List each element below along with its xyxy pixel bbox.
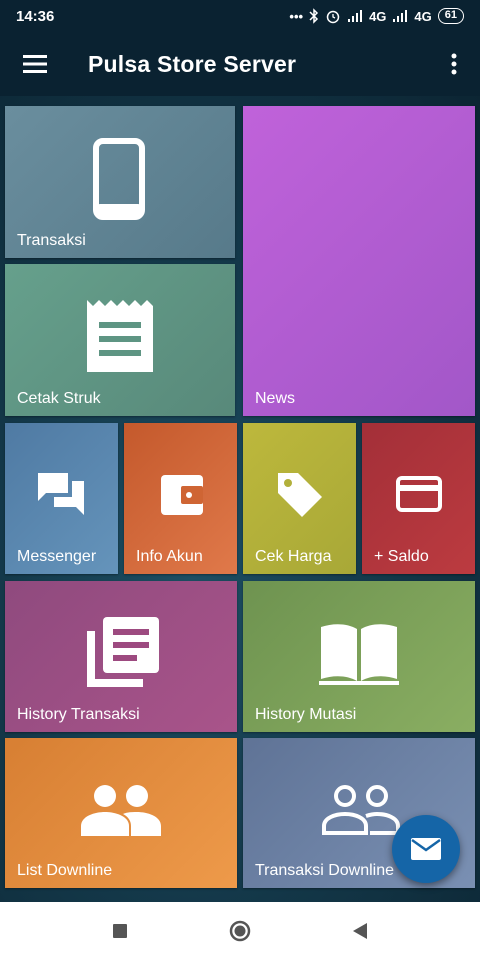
tile-label: + Saldo xyxy=(374,548,429,565)
phone-icon xyxy=(93,138,145,220)
tile-list-downline[interactable]: List Downline xyxy=(5,738,237,888)
hamburger-icon xyxy=(23,55,47,73)
chat-icon xyxy=(38,473,84,515)
network-type: 4G xyxy=(414,8,432,24)
tile-transaksi[interactable]: Transaksi xyxy=(5,106,235,258)
status-time: 14:36 xyxy=(16,7,55,25)
book-icon xyxy=(319,624,399,685)
wallet-icon xyxy=(161,475,203,515)
status-icons: ••• 4G 4G 61 xyxy=(289,8,464,24)
app-title: Pulsa Store Server xyxy=(88,50,297,77)
receipt-icon xyxy=(87,300,153,372)
mail-icon xyxy=(411,838,441,860)
back-button[interactable] xyxy=(340,911,380,951)
battery-icon: 61 xyxy=(437,8,464,24)
square-icon xyxy=(113,924,127,938)
signal-icon xyxy=(393,10,408,22)
tile-info-akun[interactable]: Info Akun xyxy=(124,423,237,574)
tile-label: Messenger xyxy=(17,548,97,565)
people-icon xyxy=(81,785,161,836)
network-type: 4G xyxy=(369,8,387,24)
system-nav-bar xyxy=(0,902,480,960)
document-stack-icon xyxy=(87,617,159,687)
recent-apps-button[interactable] xyxy=(100,911,140,951)
card-icon xyxy=(396,476,442,512)
menu-button[interactable] xyxy=(0,32,70,96)
tile-cek-harga[interactable]: Cek Harga xyxy=(243,423,356,574)
tile-label: Transaksi Downline xyxy=(255,862,395,879)
tile-messenger[interactable]: Messenger xyxy=(5,423,118,574)
tile-saldo[interactable]: + Saldo xyxy=(362,423,475,574)
tile-label: History Mutasi xyxy=(255,706,357,723)
more-vert-icon xyxy=(451,53,457,75)
home-button[interactable] xyxy=(220,911,260,951)
tile-history-transaksi[interactable]: History Transaksi xyxy=(5,581,237,732)
alarm-icon xyxy=(326,10,340,24)
tile-cetak-struk[interactable]: Cetak Struk xyxy=(5,264,235,416)
status-bar: 14:36 ••• 4G 4G 61 xyxy=(0,0,480,32)
tile-history-mutasi[interactable]: History Mutasi xyxy=(243,581,475,732)
tile-label: News xyxy=(255,390,296,407)
tile-grid: Transaksi News Cetak Struk Messenger Inf… xyxy=(0,96,480,902)
people-outline-icon xyxy=(322,785,400,835)
tag-icon xyxy=(278,473,322,517)
tile-label: Cetak Struk xyxy=(17,390,101,407)
tile-label: Transaksi xyxy=(17,232,86,249)
tile-label: Cek Harga xyxy=(255,548,332,565)
tile-news[interactable]: News xyxy=(243,106,475,416)
app-bar: Pulsa Store Server xyxy=(0,32,480,96)
bluetooth-icon xyxy=(309,8,319,24)
more-options-button[interactable] xyxy=(428,32,480,96)
signal-icon xyxy=(348,10,363,22)
triangle-back-icon xyxy=(353,923,367,939)
mail-fab-button[interactable] xyxy=(392,815,460,883)
tile-label: List Downline xyxy=(17,862,113,879)
dots-icon: ••• xyxy=(289,8,304,24)
tile-label: History Transaksi xyxy=(17,706,140,723)
tile-label: Info Akun xyxy=(136,548,203,565)
circle-icon xyxy=(229,920,251,942)
